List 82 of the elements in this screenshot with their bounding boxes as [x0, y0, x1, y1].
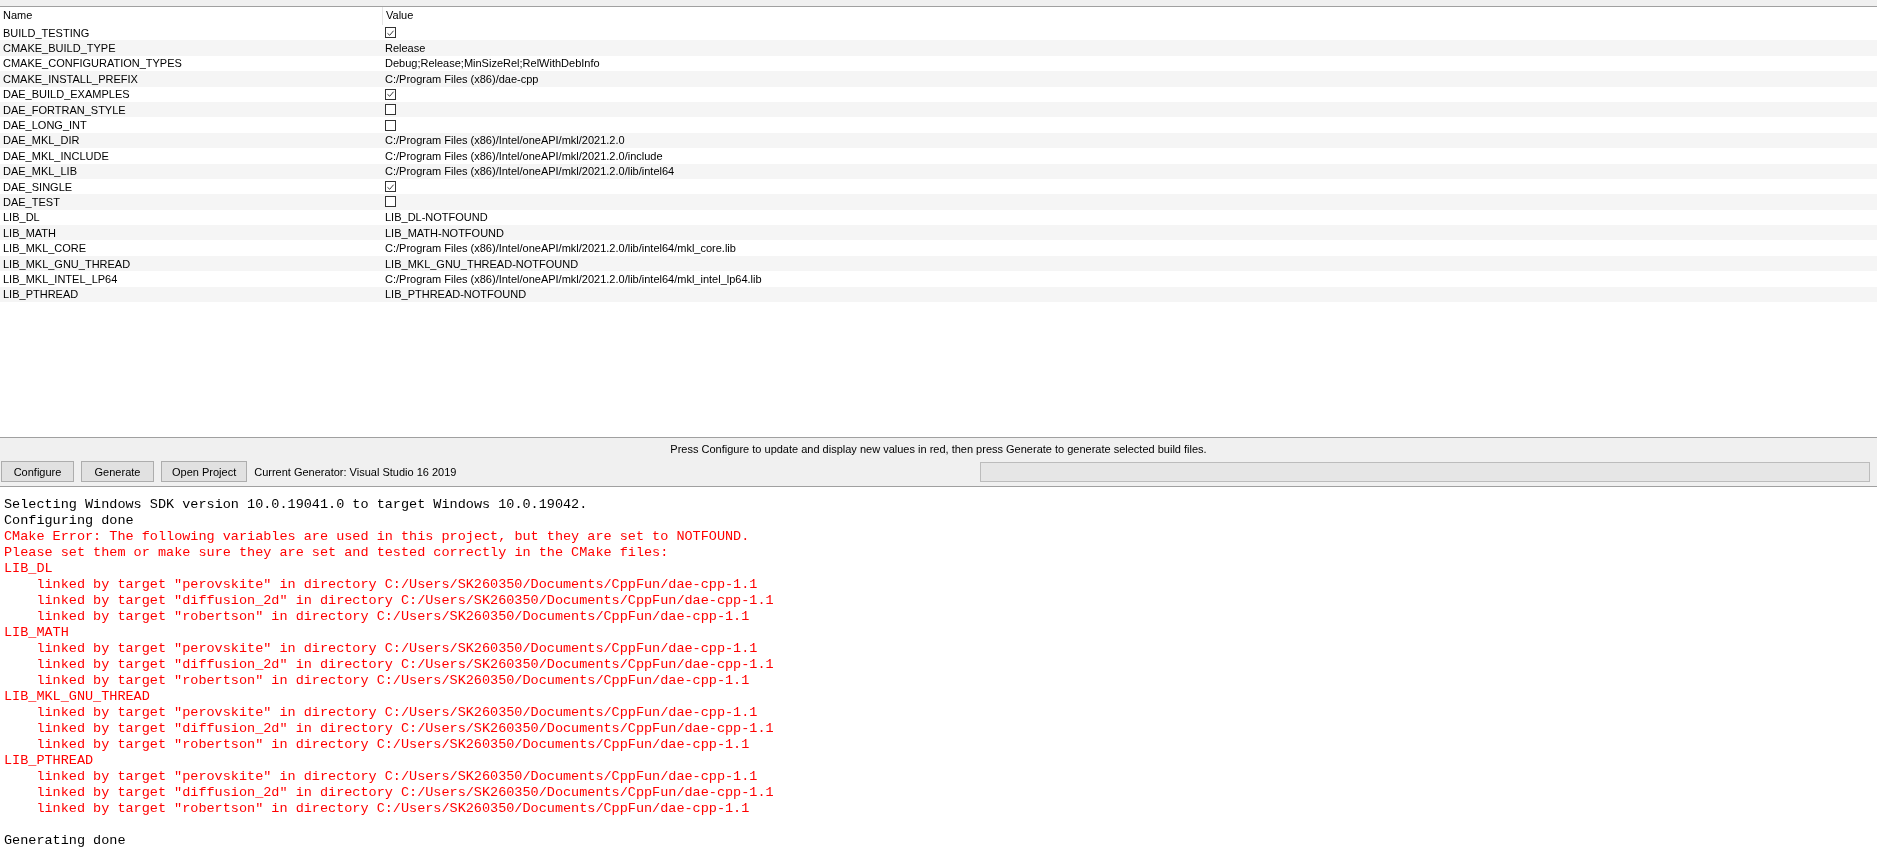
- log-line: Selecting Windows SDK version 10.0.19041.0 to target Windows 10.0.19042.: [4, 497, 589, 513]
- variable-name: DAE_FORTRAN_STYLE: [3, 103, 126, 116]
- log-line: linked by target "robertson" in directory C:/Users/SK260350/Documents/CppFun/dae-cpp-1.1: [35, 673, 751, 689]
- hint-text: Press Configure to update and display new values in red, then press Generate to generate selected build files.: [670, 443, 1207, 455]
- variable-name: DAE_TEST: [3, 196, 60, 208]
- generator-label: Current Generator: Visual Studio 16 2019: [254, 465, 457, 478]
- checkbox[interactable]: [385, 88, 396, 100]
- variable-name: CMAKE_BUILD_TYPE: [3, 42, 116, 55]
- variable-value: LIB_MATH-NOTFOUND: [385, 226, 504, 239]
- table-row[interactable]: LIB_MKL_INTEL_LP64 C:/Program Files (x86)/Intel/oneAPI/mkl/2021.2.0/lib/intel64/mkl_intel_lp64.lib: [0, 271, 1877, 287]
- column-header[interactable]: Name: [0, 7, 382, 25]
- variable-name: DAE_MKL_DIR: [3, 134, 80, 147]
- variable-name: LIB_DL: [3, 211, 40, 224]
- table-row[interactable]: DAE_TEST: [0, 194, 1877, 210]
- variable-name: CMAKE_CONFIGURATION_TYPES: [3, 57, 182, 70]
- log-line: linked by target "diffusion_2d" in directory C:/Users/SK260350/Documents/CppFun/dae-cpp-1.1: [35, 721, 775, 737]
- variable-value: C:/Program Files (x86)/Intel/oneAPI/mkl/2021.2.0/lib/intel64/mkl_core.lib: [385, 242, 736, 255]
- variable-name: DAE_SINGLE: [3, 180, 73, 193]
- table-row[interactable]: LIB_PTHREAD LIB_PTHREAD-NOTFOUND: [0, 286, 1877, 303]
- log-line: LIB_MKL_GNU_THREAD: [4, 689, 151, 705]
- table-row[interactable]: DAE_MKL_LIB C:/Program Files (x86)/Intel/oneAPI/mkl/2021.2.0/lib/intel64: [0, 163, 1877, 179]
- table-row[interactable]: LIB_DL LIB_DL-NOTFOUND: [0, 209, 1877, 226]
- log-line: CMake Error: The following variables are used in this project, but they are set to NOTFOUND.: [4, 529, 751, 545]
- log-line: linked by target "diffusion_2d" in directory C:/Users/SK260350/Documents/CppFun/dae-cpp-1.1: [35, 657, 775, 673]
- table-row[interactable]: DAE_LONG_INT: [0, 117, 1877, 133]
- variable-value: Release: [385, 42, 426, 55]
- log-line: linked by target "perovskite" in directory C:/Users/SK260350/Documents/CppFun/dae-cpp-1.1: [35, 769, 759, 785]
- table-row[interactable]: CMAKE_CONFIGURATION_TYPES Debug;Release;MinSizeRel;RelWithDebInfo: [0, 55, 1877, 72]
- log-line: linked by target "diffusion_2d" in directory C:/Users/SK260350/Documents/CppFun/dae-cpp-1.1: [35, 593, 775, 609]
- log-line: LIB_MATH: [4, 625, 70, 641]
- variable-name: BUILD_TESTING: [3, 26, 90, 39]
- column-header[interactable]: Value: [382, 7, 1877, 25]
- table-row[interactable]: DAE_SINGLE: [0, 178, 1877, 195]
- variable-value: C:/Program Files (x86)/Intel/oneAPI/mkl/2021.2.0/lib/intel64/mkl_intel_lp64.lib: [385, 272, 762, 285]
- log-line: Generating done: [4, 833, 127, 849]
- log-line: linked by target "robertson" in directory C:/Users/SK260350/Documents/CppFun/dae-cpp-1.1: [35, 801, 751, 817]
- table-row[interactable]: LIB_MKL_GNU_THREAD LIB_MKL_GNU_THREAD-NOTFOUND: [0, 255, 1877, 272]
- checkbox[interactable]: [385, 27, 396, 39]
- checkbox[interactable]: [385, 104, 396, 116]
- table-row[interactable]: CMAKE_BUILD_TYPE Release: [0, 40, 1877, 56]
- table-row[interactable]: CMAKE_INSTALL_PREFIX C:/Program Files (x86)/dae-cpp: [0, 71, 1877, 87]
- variable-value: C:/Program Files (x86)/dae-cpp: [385, 72, 539, 85]
- log-line: linked by target "perovskite" in directory C:/Users/SK260350/Documents/CppFun/dae-cpp-1.1: [35, 641, 759, 657]
- checkbox[interactable]: [385, 196, 396, 208]
- variable-value: C:/Program Files (x86)/Intel/oneAPI/mkl/2021.2.0/lib/intel64: [385, 165, 675, 178]
- variable-name: DAE_MKL_INCLUDE: [3, 149, 109, 162]
- variable-name: DAE_MKL_LIB: [3, 165, 77, 178]
- log-line: Please set them or make sure they are set and tested correctly in the CMake files:: [4, 545, 670, 561]
- variable-value: Debug;Release;MinSizeRel;RelWithDebInfo: [385, 57, 600, 70]
- variable-value: LIB_MKL_GNU_THREAD-NOTFOUND: [385, 257, 579, 270]
- action-button[interactable]: Configure: [1, 461, 74, 482]
- variable-value: C:/Program Files (x86)/Intel/oneAPI/mkl/2021.2.0/include: [385, 149, 663, 162]
- log-line: linked by target "robertson" in directory C:/Users/SK260350/Documents/CppFun/dae-cpp-1.1: [35, 609, 751, 625]
- variable-name: LIB_MKL_GNU_THREAD: [3, 257, 131, 270]
- table-row[interactable]: DAE_MKL_INCLUDE C:/Program Files (x86)/Intel/oneAPI/mkl/2021.2.0/include: [0, 148, 1877, 164]
- log-line: linked by target "perovskite" in directory C:/Users/SK260350/Documents/CppFun/dae-cpp-1.1: [35, 577, 759, 593]
- log-line: LIB_DL: [4, 561, 54, 577]
- log-line: Configuring done: [4, 513, 135, 529]
- variable-name: CMAKE_INSTALL_PREFIX: [3, 72, 138, 85]
- variable-name: LIB_PTHREAD: [3, 288, 79, 301]
- variable-name: LIB_MKL_CORE: [3, 242, 87, 255]
- table-row[interactable]: LIB_MATH LIB_MATH-NOTFOUND: [0, 225, 1877, 241]
- table-row[interactable]: LIB_MKL_CORE C:/Program Files (x86)/Intel/oneAPI/mkl/2021.2.0/lib/intel64/mkl_core.lib: [0, 240, 1877, 256]
- variable-value: LIB_PTHREAD-NOTFOUND: [385, 288, 527, 301]
- log-line: linked by target "perovskite" in directory C:/Users/SK260350/Documents/CppFun/dae-cpp-1.1: [35, 705, 759, 721]
- variable-name: LIB_MATH: [3, 226, 56, 239]
- table-row[interactable]: DAE_BUILD_EXAMPLES: [0, 86, 1877, 102]
- variable-value: C:/Program Files (x86)/Intel/oneAPI/mkl/2021.2.0: [385, 134, 625, 147]
- log-line: linked by target "diffusion_2d" in directory C:/Users/SK260350/Documents/CppFun/dae-cpp-1.1: [35, 785, 775, 801]
- action-button[interactable]: Generate: [81, 461, 154, 482]
- variable-name: LIB_MKL_INTEL_LP64: [3, 272, 118, 285]
- variable-name: DAE_BUILD_EXAMPLES: [3, 88, 130, 101]
- table-row[interactable]: DAE_FORTRAN_STYLE: [0, 101, 1877, 118]
- variable-value: LIB_DL-NOTFOUND: [385, 211, 488, 224]
- checkbox[interactable]: [385, 119, 396, 131]
- log-line: linked by target "robertson" in directory C:/Users/SK260350/Documents/CppFun/dae-cpp-1.1: [35, 737, 751, 753]
- variable-name: DAE_LONG_INT: [3, 119, 87, 132]
- table-row[interactable]: DAE_MKL_DIR C:/Program Files (x86)/Intel/oneAPI/mkl/2021.2.0: [0, 132, 1877, 149]
- checkbox[interactable]: [385, 181, 396, 193]
- log-line: LIB_PTHREAD: [4, 753, 95, 769]
- table-row[interactable]: BUILD_TESTING: [0, 25, 1877, 41]
- action-button[interactable]: Open Project: [161, 461, 248, 482]
